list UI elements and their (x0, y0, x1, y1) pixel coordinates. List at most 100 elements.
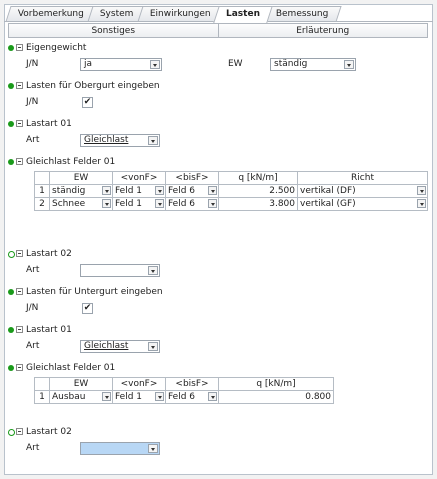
status-dot-empty (8, 429, 15, 436)
collapse-icon[interactable] (16, 82, 23, 89)
row-obergurt-art2: Art (8, 262, 428, 278)
chevron-down-icon[interactable] (344, 60, 354, 69)
section-obergurt[interactable]: Lasten für Obergurt eingeben (8, 78, 428, 94)
chevron-down-icon[interactable] (148, 444, 158, 453)
col-header-bisf: <bisF> (165, 377, 219, 391)
section-untergurt-lastart-02[interactable]: Lastart 02 (8, 424, 428, 440)
untergurt-felder-table: EW <vonF> <bisF> q [kN/m] 1 Ausbau Feld … (34, 377, 334, 404)
cell-bisf[interactable]: Feld 6 (165, 184, 219, 198)
col-header-vonf: <vonF> (112, 377, 166, 391)
cell-ew-value: Ausbau (52, 392, 86, 402)
art-dropdown-selected[interactable] (80, 442, 160, 455)
chevron-down-icon[interactable] (148, 266, 158, 275)
art-dropdown[interactable] (80, 264, 160, 277)
cell-bisf[interactable]: Feld 6 (165, 197, 219, 211)
chevron-down-icon[interactable] (148, 136, 158, 145)
collapse-icon[interactable] (16, 250, 23, 257)
collapse-icon[interactable] (16, 120, 23, 127)
untergurt-checkbox[interactable]: ✔ (82, 303, 93, 314)
section-obergurt-lastart-02[interactable]: Lastart 02 (8, 246, 428, 262)
cell-richt[interactable]: vertikal (DF) (297, 184, 428, 198)
chevron-down-icon[interactable] (208, 199, 217, 208)
chevron-down-icon[interactable] (102, 392, 111, 401)
section-title: Lasten für Obergurt eingeben (26, 81, 160, 91)
col-header-q: q [kN/m] (218, 171, 298, 185)
chevron-down-icon[interactable] (208, 392, 217, 401)
cell-vonf-value: Feld 1 (115, 392, 143, 402)
table-row: 2 Schnee Feld 1 Feld 6 3.800 vertikal (G… (34, 197, 428, 211)
tab-bemessung[interactable]: Bemessung (263, 6, 342, 22)
chevron-down-icon[interactable] (150, 60, 160, 69)
chevron-down-icon[interactable] (155, 392, 164, 401)
cell-vonf[interactable]: Feld 1 (112, 390, 166, 404)
collapse-icon[interactable] (16, 158, 23, 165)
subtab-sonstiges[interactable]: Sonstiges (8, 23, 219, 38)
art-label: Art (26, 443, 40, 453)
cell-nr: 1 (34, 184, 50, 198)
art-dropdown[interactable]: Gleichlast (80, 134, 160, 147)
table-row: 1 ständig Feld 1 Feld 6 2.500 vertikal (… (34, 184, 428, 198)
obergurt-checkbox[interactable]: ✔ (82, 97, 93, 108)
ew-value: ständig (274, 59, 308, 69)
table-header-row: EW <vonF> <bisF> q [kN/m] (34, 377, 334, 391)
cell-vonf[interactable]: Feld 1 (112, 184, 166, 198)
chevron-down-icon[interactable] (155, 199, 164, 208)
ew-dropdown[interactable]: ständig (270, 58, 356, 71)
col-header-richt: Richt (297, 171, 428, 185)
section-title: Lastart 01 (26, 325, 72, 335)
collapse-icon[interactable] (16, 288, 23, 295)
cell-q[interactable]: 0.800 (218, 390, 334, 404)
section-title: Lastart 02 (26, 427, 72, 437)
chevron-down-icon[interactable] (102, 186, 111, 195)
tab-lasten[interactable]: Lasten (213, 6, 274, 23)
collapse-icon[interactable] (16, 44, 23, 51)
tab-vorbemerkung[interactable]: Vorbemerkung (5, 6, 97, 22)
section-obergurt-felder[interactable]: Gleichlast Felder 01 (8, 154, 428, 170)
col-header-vonf: <vonF> (112, 171, 166, 185)
chevron-down-icon[interactable] (155, 186, 164, 195)
art-dropdown[interactable]: Gleichlast (80, 340, 160, 353)
cell-q[interactable]: 2.500 (218, 184, 298, 198)
cell-ew[interactable]: Schnee (49, 197, 113, 211)
col-header-q: q [kN/m] (218, 377, 334, 391)
chevron-down-icon[interactable] (417, 199, 426, 208)
cell-ew[interactable]: Ausbau (49, 390, 113, 404)
cell-bisf[interactable]: Feld 6 (165, 390, 219, 404)
section-title: Eigengewicht (26, 43, 87, 53)
cell-vonf[interactable]: Feld 1 (112, 197, 166, 211)
section-untergurt[interactable]: Lasten für Untergurt eingeben (8, 284, 428, 300)
main-tabs: Vorbemerkung System Einwirkungen Lasten … (5, 6, 342, 23)
status-dot-empty (8, 251, 15, 258)
cell-q[interactable]: 3.800 (218, 197, 298, 211)
obergurt-felder-table: EW <vonF> <bisF> q [kN/m] Richt 1 ständi… (34, 171, 428, 211)
subtab-erlaeuterung[interactable]: Erläuterung (218, 23, 428, 38)
status-dot (8, 327, 14, 333)
art-value: Gleichlast (84, 341, 129, 351)
collapse-icon[interactable] (16, 364, 23, 371)
chevron-down-icon[interactable] (417, 186, 426, 195)
section-title: Lastart 02 (26, 249, 72, 259)
row-untergurt-art: Art Gleichlast (8, 338, 428, 354)
tab-einwirkungen[interactable]: Einwirkungen (136, 6, 223, 22)
collapse-icon[interactable] (16, 428, 23, 435)
sub-tabs: Sonstiges Erläuterung (8, 23, 428, 38)
section-obergurt-lastart-01[interactable]: Lastart 01 (8, 116, 428, 132)
cell-vonf-value: Feld 1 (115, 199, 143, 209)
status-dot (8, 83, 14, 89)
cell-ew[interactable]: ständig (49, 184, 113, 198)
chevron-down-icon[interactable] (102, 199, 111, 208)
cell-vonf-value: Feld 1 (115, 186, 143, 196)
section-eigengewicht[interactable]: Eigengewicht (8, 40, 428, 56)
section-title: Lastart 01 (26, 119, 72, 129)
col-header-bisf: <bisF> (165, 171, 219, 185)
chevron-down-icon[interactable] (148, 342, 158, 351)
cell-richt-value: vertikal (DF) (300, 186, 356, 196)
chevron-down-icon[interactable] (208, 186, 217, 195)
section-untergurt-felder[interactable]: Gleichlast Felder 01 (8, 360, 428, 376)
cell-richt[interactable]: vertikal (GF) (297, 197, 428, 211)
cell-nr: 2 (34, 197, 50, 211)
jn-dropdown[interactable]: ja (80, 58, 162, 71)
section-untergurt-lastart-01[interactable]: Lastart 01 (8, 322, 428, 338)
collapse-icon[interactable] (16, 326, 23, 333)
status-dot (8, 365, 14, 371)
